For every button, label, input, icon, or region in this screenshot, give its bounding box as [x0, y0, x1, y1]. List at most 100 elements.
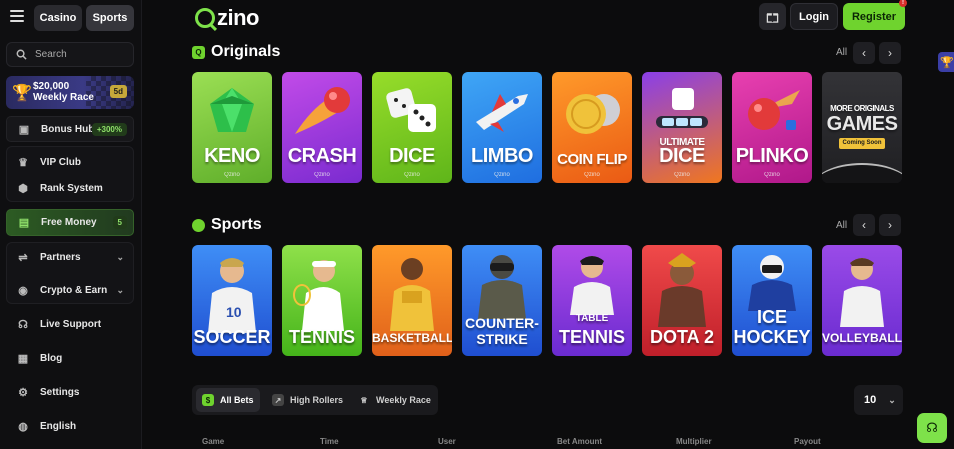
menu-icon[interactable]: [10, 10, 24, 24]
sidebar-item-blog[interactable]: ▦ Blog: [6, 345, 134, 371]
game-name: CRASH: [287, 145, 357, 167]
register-label: Register: [851, 10, 897, 23]
sidebar-item-settings[interactable]: ⚙ Settings: [6, 379, 134, 405]
sports-tab[interactable]: Sports: [86, 5, 134, 31]
dice-icon: [386, 88, 436, 132]
dota-hero-image: [658, 253, 706, 327]
originals-next-button[interactable]: ›: [879, 42, 901, 64]
column-payout: Payout: [794, 437, 821, 446]
game-name: DICE: [659, 145, 705, 167]
game-card-more-originals[interactable]: MORE ORIGINALS GAMES Coming Soon: [822, 72, 902, 183]
game-card-coin-flip[interactable]: COIN FLIP Qzino: [552, 72, 632, 183]
game-provider: Qzino: [674, 172, 690, 178]
trophy-icon: 🏆: [940, 56, 954, 69]
game-provider: Qzino: [494, 172, 510, 178]
game-card-keno[interactable]: KENO Qzino: [192, 72, 272, 183]
race-badge: 5d: [109, 85, 127, 98]
sidebar-item-label: Bonus Hub: [41, 123, 95, 135]
sport-name: VOLLEYBALL: [822, 331, 902, 345]
game-provider: Qzino: [584, 172, 600, 178]
table-tennis-player-image: [570, 256, 614, 315]
all-bets-icon: $: [202, 394, 214, 406]
game-name: LIMBO: [471, 145, 533, 167]
games-label: GAMES: [826, 113, 898, 135]
gift-button[interactable]: [759, 3, 786, 30]
chart-icon: ↗: [272, 394, 284, 406]
sidebar-item-live-support[interactable]: ☊ Live Support: [6, 311, 134, 337]
login-button[interactable]: Login: [790, 3, 838, 30]
tab-weekly-race[interactable]: ♕ Weekly Race: [352, 388, 436, 412]
sidebar-item-label: Settings: [40, 386, 80, 398]
more-originals-label: MORE ORIGINALS: [830, 104, 894, 113]
game-card-ultimate-dice[interactable]: ULTIMATE DICE Qzino: [642, 72, 722, 183]
section-title-text: Originals: [211, 43, 281, 60]
column-bet-amount: Bet Amount: [557, 437, 603, 446]
sidebar-item-bonus-hub[interactable]: ▣ Bonus Hub +300%: [6, 116, 134, 142]
game-provider: Qzino: [224, 172, 240, 178]
column-time: Time: [320, 437, 339, 446]
sport-card-soccer[interactable]: 10 SOCCER: [192, 245, 272, 356]
sidebar: Casino Sports Search 🏆 $20,000 Weekly Ra…: [0, 0, 142, 449]
handshake-icon: ⇌: [18, 251, 28, 264]
sports-prev-button[interactable]: ‹: [853, 214, 875, 236]
trophy-icon: 🏆: [12, 85, 32, 102]
game-card-dice[interactable]: DICE Qzino: [372, 72, 452, 183]
free-money-pill: 5: [112, 216, 127, 229]
column-multiplier: Multiplier: [676, 437, 712, 446]
rows-count-select[interactable]: 10 ⌄: [854, 385, 903, 415]
column-game: Game: [202, 437, 225, 446]
sidebar-item-free-money[interactable]: ▤ Free Money 5: [6, 209, 134, 236]
chevron-right-icon: ›: [888, 46, 892, 60]
gift-icon: [766, 13, 779, 23]
sport-name-2: TENNIS: [558, 327, 625, 347]
sidebar-item-language[interactable]: ◍ English: [6, 413, 134, 439]
game-card-limbo[interactable]: LIMBO Qzino: [462, 72, 542, 183]
bonus-pill: +300%: [91, 122, 127, 136]
originals-title: Q Originals: [192, 43, 280, 61]
section-title-text: Sports: [211, 216, 262, 233]
sport-card-volleyball[interactable]: VOLLEYBALL: [822, 245, 902, 356]
trophy-float-button[interactable]: 🏆: [938, 52, 954, 72]
game-card-plinko[interactable]: PLINKO Qzino: [732, 72, 812, 183]
tennis-player-image: [293, 260, 344, 331]
sport-card-counter-strike[interactable]: COUNTER- STRIKE: [462, 245, 542, 356]
sidebar-item-crypto-earn[interactable]: ◉ Crypto & Earn ⌄: [6, 277, 134, 303]
logo-text: zino: [217, 5, 260, 30]
game-name: KENO: [204, 145, 260, 167]
sidebar-item-partners[interactable]: ⇌ Partners ⌄: [6, 244, 134, 270]
live-support-button[interactable]: ☊: [917, 413, 947, 443]
tab-high-rollers[interactable]: ↗ High Rollers: [266, 388, 350, 412]
sport-card-basketball[interactable]: BASKETBALL: [372, 245, 452, 356]
sport-card-ice-hockey[interactable]: ICE HOCKEY: [732, 245, 812, 356]
sidebar-item-label: VIP Club: [40, 156, 81, 168]
sidebar-item-rank-system[interactable]: ⬢ Rank System: [6, 175, 134, 201]
game-card-crash[interactable]: CRASH Qzino: [282, 72, 362, 183]
volleyball-player-image: [840, 258, 884, 327]
notification-dot: !: [899, 0, 907, 7]
sport-name: SOCCER: [193, 327, 271, 347]
top-bar: zino Login Register !: [142, 0, 954, 36]
basketball-player-image: [390, 258, 434, 331]
originals-prev-button[interactable]: ‹: [853, 42, 875, 64]
bets-tabs: $ All Bets ↗ High Rollers ♕ Weekly Race: [192, 385, 438, 415]
originals-all-link[interactable]: All: [836, 47, 847, 58]
sport-card-dota-2[interactable]: DOTA 2: [642, 245, 722, 356]
sport-card-table-tennis[interactable]: TABLE TENNIS: [552, 245, 632, 356]
chevron-right-icon: ›: [888, 218, 892, 232]
site-logo[interactable]: zino: [195, 5, 260, 31]
register-button[interactable]: Register !: [843, 0, 907, 30]
sidebar-item-vip-club[interactable]: ♛ VIP Club: [6, 149, 134, 175]
casino-tab[interactable]: Casino: [34, 5, 82, 31]
jet-icon: [476, 94, 528, 132]
coming-soon-badge: Coming Soon: [839, 138, 885, 149]
search-input[interactable]: Search: [6, 42, 134, 67]
game-provider: Qzino: [764, 172, 780, 178]
sports-next-button[interactable]: ›: [879, 214, 901, 236]
sport-card-tennis[interactable]: TENNIS: [282, 245, 362, 356]
sidebar-item-label: Crypto & Earn: [40, 284, 108, 296]
weekly-race-banner[interactable]: 🏆 $20,000 Weekly Race 5d: [6, 76, 134, 109]
emerald-icon: [210, 88, 254, 132]
sports-all-link[interactable]: All: [836, 220, 847, 231]
soldier-image: [478, 255, 526, 319]
tab-all-bets[interactable]: $ All Bets: [196, 388, 260, 412]
